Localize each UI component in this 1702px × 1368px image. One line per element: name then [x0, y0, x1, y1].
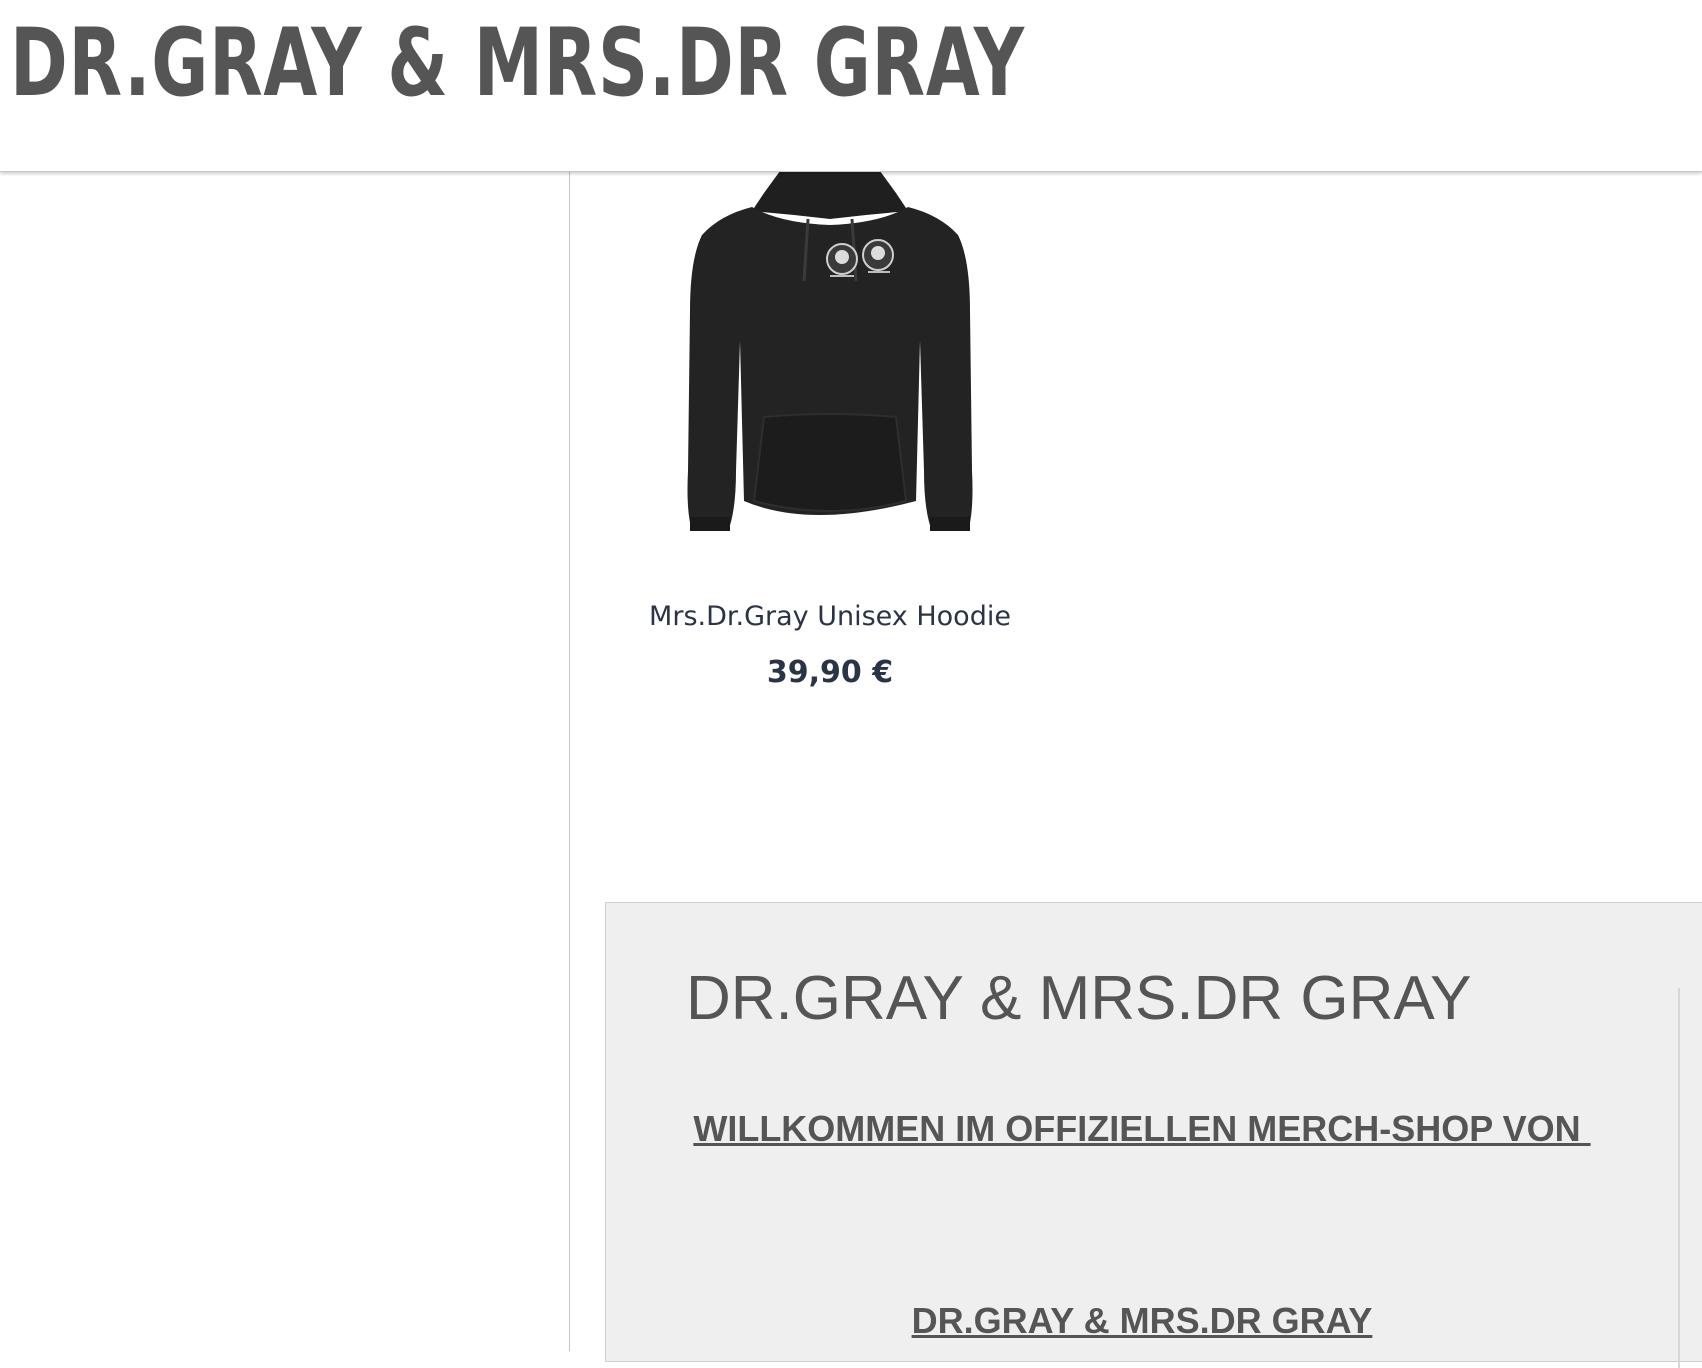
sidebar-divider: [569, 171, 570, 1351]
site-header: DR.GRAY & MRS.DR GRAY: [0, 0, 1702, 172]
product-title[interactable]: Mrs.Dr.Gray Unisex Hoodie: [620, 601, 1040, 632]
brand-logo-title[interactable]: DR.GRAY & MRS.DR GRAY: [10, 4, 1025, 124]
black-hoodie-image[interactable]: [660, 171, 1000, 541]
product-card[interactable]: Mrs.Dr.Gray Unisex Hoodie 39,90 €: [620, 171, 1040, 711]
welcome-text: WILLKOMMEN IM OFFIZIELLEN MERCH-SHOP VON: [693, 1108, 1591, 1149]
product-price: 39,90 €: [766, 655, 894, 690]
info-brand-line: DR.GRAY & MRS.DR GRAY: [911, 1300, 1373, 1341]
shop-info-box: DR.GRAY & MRS.DR GRAY WILLKOMMEN IM OFFI…: [605, 902, 1702, 1368]
info-heading: DR.GRAY & MRS.DR GRAY: [686, 964, 1472, 1033]
info-box-divider: [1678, 988, 1680, 1368]
